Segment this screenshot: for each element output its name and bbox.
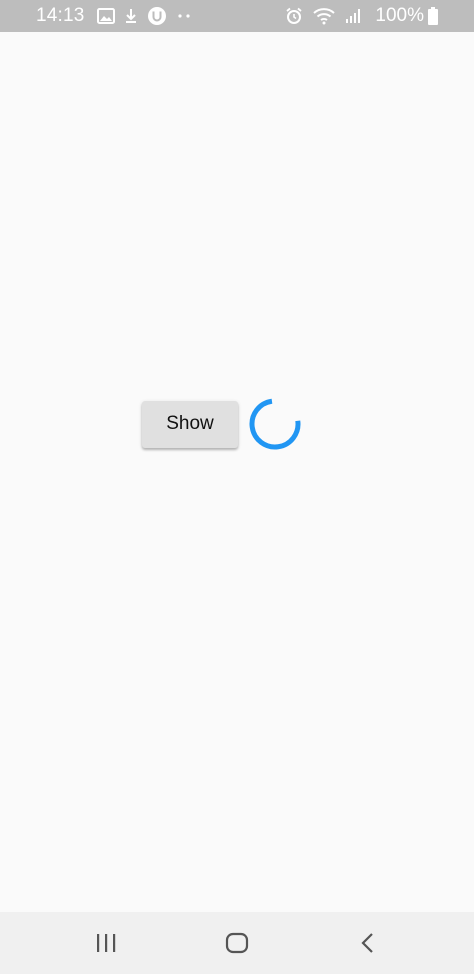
back-icon [361, 933, 374, 953]
home-button[interactable] [207, 918, 267, 968]
alarm-icon [285, 7, 303, 25]
battery-percentage: 100% [375, 5, 424, 26]
app-screen: 14:13 100% Show [0, 0, 474, 974]
back-button[interactable] [338, 918, 398, 968]
action-row: Show [142, 398, 302, 450]
show-button[interactable]: Show [142, 400, 238, 448]
status-time: 14:13 [36, 5, 85, 26]
home-icon [225, 932, 249, 954]
u-badge-icon [147, 6, 167, 26]
download-icon [125, 8, 137, 24]
loading-spinner [249, 398, 301, 450]
status-bar: 14:13 100% [0, 0, 474, 32]
signal-icon [345, 8, 361, 24]
more-dots-icon [177, 13, 191, 19]
main-content [0, 32, 474, 912]
recents-button[interactable] [76, 918, 136, 968]
status-left: 14:13 [36, 0, 201, 32]
navigation-bar [0, 912, 474, 974]
status-right: 100% [285, 0, 438, 32]
recents-icon [96, 934, 115, 952]
wifi-icon [313, 7, 336, 25]
battery-icon [428, 7, 438, 25]
image-icon [96, 8, 115, 24]
